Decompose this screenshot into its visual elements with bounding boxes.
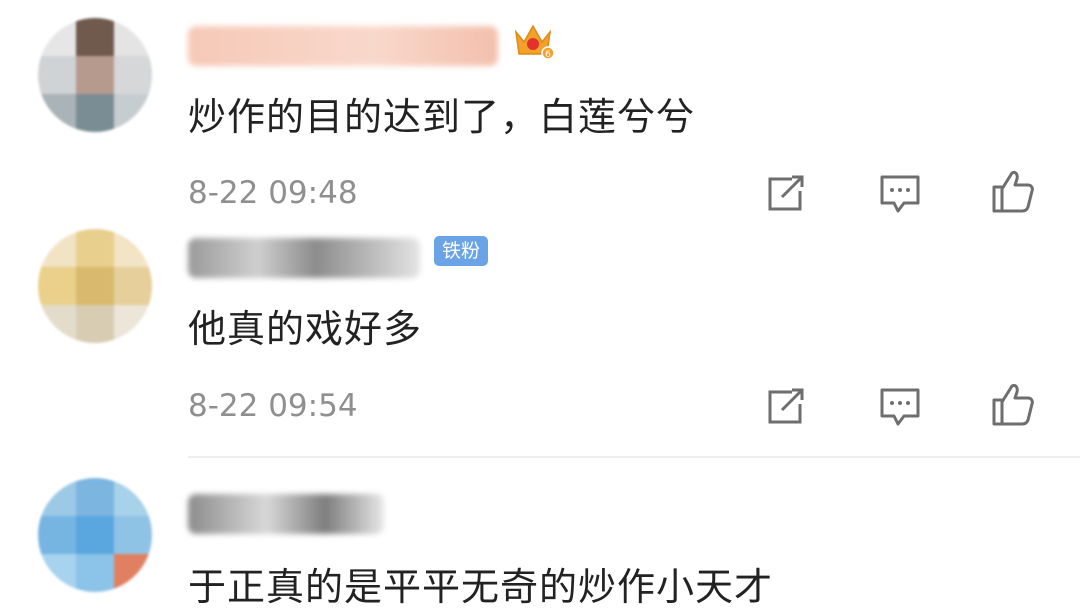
fan-badge: 铁粉 — [434, 236, 489, 266]
comment-item: 铁粉 他真的戏好多 8-22 09:54 — [0, 220, 1080, 450]
avatar[interactable] — [38, 478, 152, 592]
comment-item: 于正真的是平平无奇的炒作小天才 — [0, 458, 1080, 614]
username-blurred[interactable] — [188, 26, 498, 66]
share-icon[interactable] — [762, 382, 810, 430]
svg-text:6: 6 — [545, 50, 551, 60]
avatar[interactable] — [38, 18, 152, 132]
comment-text: 炒作的目的达到了，白莲兮兮 — [188, 95, 696, 139]
share-icon[interactable] — [762, 169, 810, 217]
username-blurred[interactable] — [188, 238, 420, 278]
thumbs-up-icon[interactable] — [988, 167, 1036, 215]
avatar[interactable] — [38, 229, 152, 343]
thumbs-up-icon[interactable] — [988, 380, 1036, 428]
comment-icon[interactable] — [876, 169, 924, 217]
comment-text: 于正真的是平平无奇的炒作小天才 — [188, 565, 774, 609]
comment-timestamp: 8-22 09:54 — [188, 388, 358, 424]
username-blurred[interactable] — [188, 494, 384, 534]
crown-vip-icon: 6 — [512, 20, 555, 60]
comment-item: 6 炒作的目的达到了，白莲兮兮 8-22 09:48 — [0, 0, 1080, 220]
comment-timestamp: 8-22 09:48 — [188, 175, 358, 211]
comment-icon[interactable] — [876, 382, 924, 430]
comment-text: 他真的戏好多 — [188, 307, 423, 351]
